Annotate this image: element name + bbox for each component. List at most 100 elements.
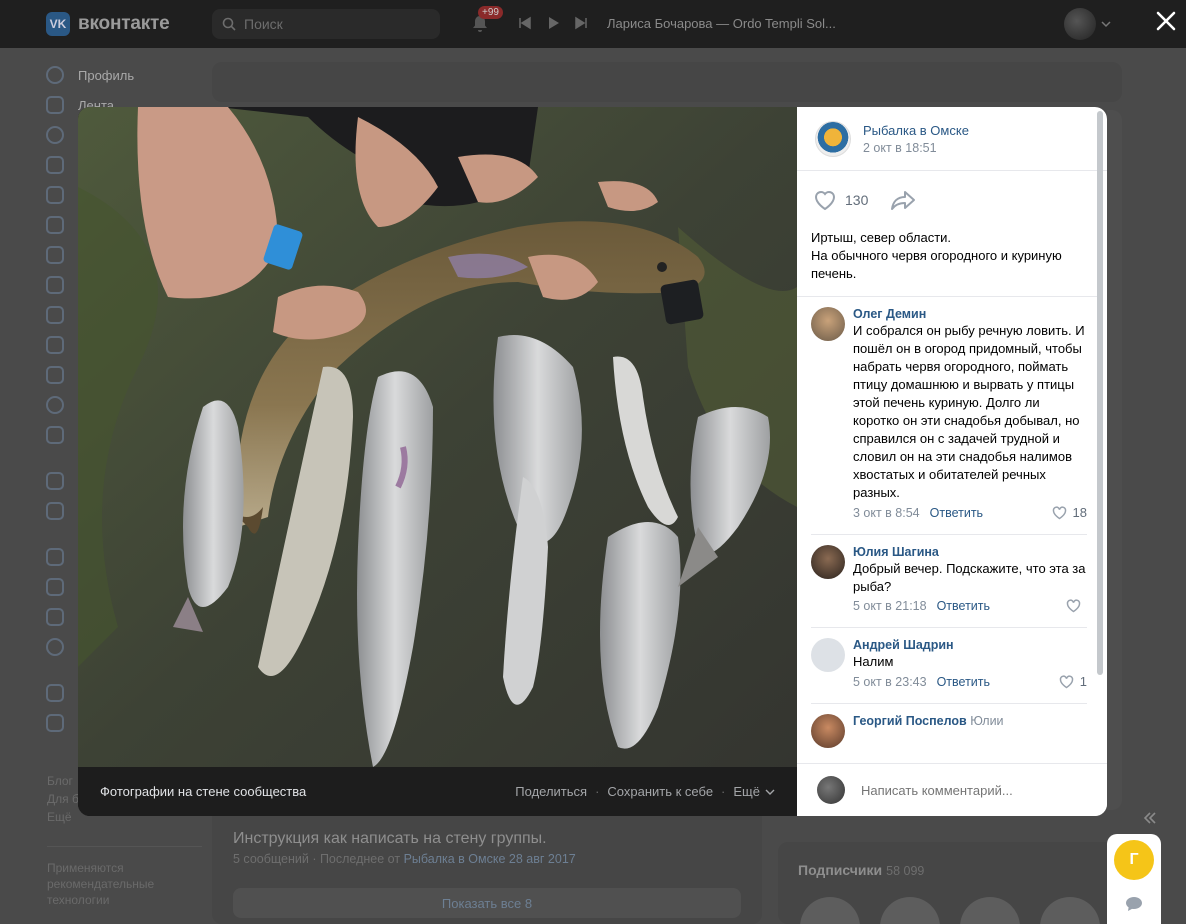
- topic-meta-author[interactable]: Рыбалка в Омске: [404, 852, 506, 866]
- logo-text: вконтакте: [78, 13, 170, 34]
- comment-like-count: 18: [1072, 505, 1087, 520]
- photo-bottom-bar: Фотографии на стене сообщества Поделитьс…: [78, 767, 797, 816]
- like-heart-icon: [1052, 505, 1066, 519]
- photo-viewer: Фотографии на стене сообщества Поделитьс…: [78, 107, 1107, 816]
- close-viewer-icon[interactable]: [1154, 9, 1178, 33]
- vk-logo[interactable]: VK вконтакте: [46, 12, 170, 36]
- comment-author[interactable]: Андрей Шадрин: [853, 638, 1087, 652]
- group-avatar[interactable]: [815, 120, 851, 157]
- separator-dot: ·: [595, 784, 600, 799]
- games-icon: [46, 366, 64, 384]
- sidebar-link[interactable]: Для б: [47, 790, 79, 808]
- comment-input[interactable]: [861, 782, 1081, 798]
- comment: Юлия Шагина Добрый вечер. Подскажите, чт…: [811, 545, 1087, 628]
- megaphone-icon: [46, 608, 64, 626]
- comment-like[interactable]: 18: [1052, 505, 1087, 520]
- commenter-avatar[interactable]: [811, 714, 845, 748]
- description-line: На обычного червя огородного и куриную п…: [811, 248, 1062, 281]
- video-icon: [46, 306, 64, 324]
- comment-text: Налим: [853, 654, 894, 669]
- topic-meta-prefix: 5 сообщений · Последнее от: [233, 852, 401, 866]
- commenter-avatar[interactable]: [811, 307, 845, 341]
- subscribers-label[interactable]: Подписчики: [798, 862, 882, 878]
- comment: Андрей Шадрин Налим 5 окт в 23:43 Ответи…: [811, 638, 1087, 704]
- feed-icon: [46, 96, 64, 114]
- share-button[interactable]: Поделиться: [515, 784, 587, 799]
- reply-button[interactable]: Ответить: [930, 506, 983, 520]
- comment-like[interactable]: [1066, 599, 1087, 613]
- comment-meta: 5 окт в 21:18 Ответить: [853, 599, 1087, 613]
- like-heart-icon[interactable]: [813, 189, 837, 211]
- comment-author[interactable]: Георгий Поспелов: [853, 714, 967, 728]
- photo-actions: Поделиться · Сохранить к себе · Ещё: [515, 784, 775, 799]
- save-to-album-button[interactable]: Сохранить к себе: [607, 784, 713, 799]
- subscribers-header: Подписчики 58 099: [798, 862, 924, 878]
- storage-icon: [46, 502, 64, 520]
- commenter-avatar[interactable]: [811, 545, 845, 579]
- chat-contact-avatar[interactable]: Г: [1114, 840, 1154, 880]
- search-placeholder: Поиск: [244, 16, 283, 32]
- previous-track-icon[interactable]: [518, 16, 532, 30]
- search-box[interactable]: Поиск: [212, 9, 440, 39]
- next-track-icon[interactable]: [574, 16, 588, 30]
- post-header: Рыбалка в Омске 2 окт в 18:51: [797, 107, 1107, 171]
- album-title[interactable]: Фотографии на стене сообщества: [100, 784, 306, 799]
- user-avatar[interactable]: [1064, 8, 1096, 40]
- topic-title[interactable]: Инструкция как написать на стену группы.: [233, 830, 547, 848]
- chevron-down-icon[interactable]: [1101, 19, 1111, 29]
- top-bar: VK вконтакте Поиск +99 Лариса Бочарова —…: [0, 0, 1186, 48]
- reply-button[interactable]: Ответить: [937, 599, 990, 613]
- comment-like[interactable]: 1: [1059, 674, 1087, 689]
- post-date[interactable]: 2 окт в 18:51: [863, 141, 969, 155]
- description-line: Иртыш, север области.: [811, 230, 952, 245]
- comment-date[interactable]: 5 окт в 23:43: [853, 675, 927, 689]
- comment: Георгий Поспелов Юлии: [811, 714, 1087, 762]
- reply-button[interactable]: Ответить: [937, 675, 990, 689]
- sidebar-link[interactable]: Блог: [47, 772, 79, 790]
- like-heart-icon: [1066, 599, 1081, 613]
- comment-meta: 5 окт в 23:43 Ответить 1: [853, 674, 1087, 689]
- my-avatar: [817, 776, 845, 804]
- reply-to-name[interactable]: Юлии: [970, 714, 1003, 728]
- sidebar-link[interactable]: Ещё: [47, 808, 79, 826]
- play-icon[interactable]: [546, 16, 560, 30]
- services-icon: [46, 472, 64, 490]
- notifications-badge: +99: [478, 6, 503, 19]
- comment-like-count: 1: [1079, 674, 1087, 689]
- photo[interactable]: [78, 107, 797, 767]
- separator-dot: ·: [721, 784, 726, 799]
- group-name[interactable]: Рыбалка в Омске: [863, 123, 969, 138]
- collapse-arrows-icon[interactable]: [1142, 810, 1158, 826]
- friends-icon: [46, 186, 64, 204]
- community-cover: [212, 62, 1122, 102]
- comment-date[interactable]: 5 окт в 21:18: [853, 599, 927, 613]
- group-icon: [46, 684, 64, 702]
- commenter-avatar-placeholder[interactable]: [811, 638, 845, 672]
- music-icon: [46, 276, 64, 294]
- file-icon: [46, 578, 64, 596]
- bookmark-icon: [46, 548, 64, 566]
- sidebar-item-profile[interactable]: Профиль: [46, 60, 206, 90]
- sidebar-item-label: Профиль: [78, 67, 135, 83]
- show-all-topics-button[interactable]: Показать все 8: [233, 888, 741, 918]
- post-description: Иртыш, север области. На обычного червя …: [811, 229, 1091, 283]
- sidebar-links: Блог Для б Ещё: [47, 772, 79, 826]
- subscribers-count: 58 099: [886, 864, 925, 878]
- comment-text: Добрый вечер. Подскажите, что эта за рыб…: [853, 561, 1086, 594]
- comment-composer: [797, 763, 1107, 816]
- now-playing-track[interactable]: Лариса Бочарова — Ordo Templi Sol...: [607, 16, 836, 31]
- comment-date[interactable]: 3 окт в 8:54: [853, 506, 920, 520]
- topic-meta-date[interactable]: 28 авг 2017: [509, 852, 576, 866]
- divider: [797, 296, 1097, 297]
- audio-player-controls: [518, 16, 588, 30]
- topic-meta: 5 сообщений · Последнее от Рыбалка в Омс…: [233, 852, 576, 866]
- more-button[interactable]: Ещё: [733, 784, 760, 799]
- market-icon: [46, 426, 64, 444]
- comment-author[interactable]: Олег Демин: [853, 307, 1087, 321]
- comments-scrollbar[interactable]: [1097, 111, 1103, 675]
- profile-icon: [46, 66, 64, 84]
- share-arrow-icon[interactable]: [890, 189, 916, 211]
- chat-bubble-icon[interactable]: [1125, 896, 1143, 912]
- comments-list: Олег Демин И собрался он рыбу речную лов…: [811, 307, 1087, 763]
- comment-author[interactable]: Юлия Шагина: [853, 545, 1087, 559]
